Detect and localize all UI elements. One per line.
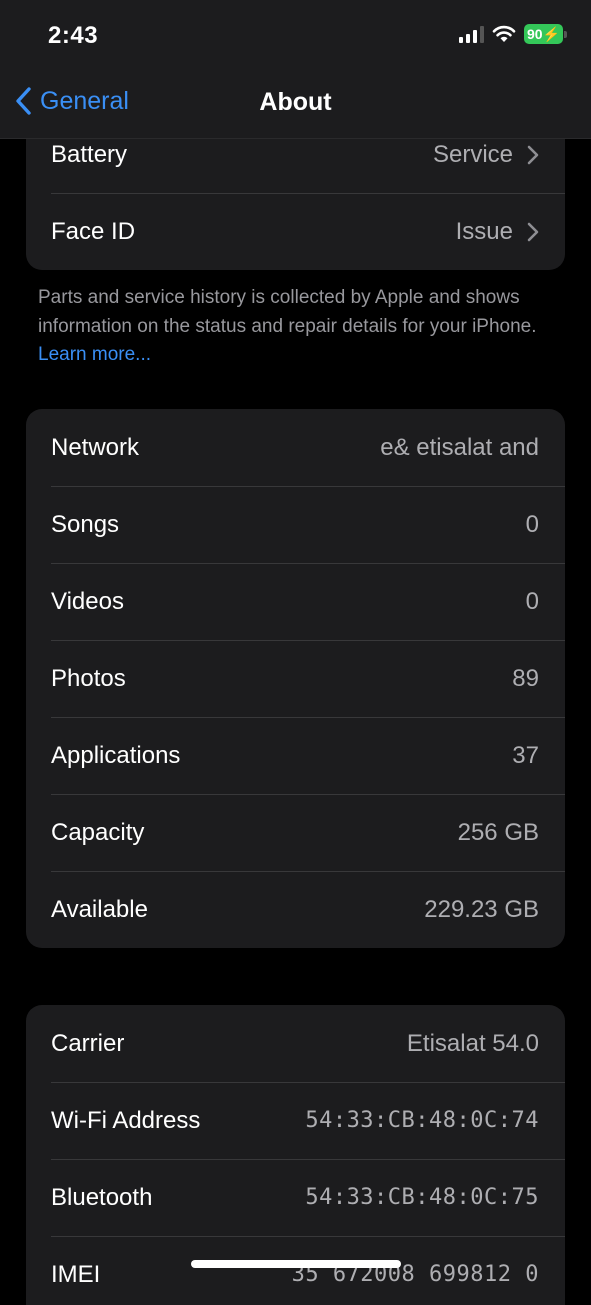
row-value: 256 GB (457, 818, 539, 846)
row-value: 0 (525, 510, 539, 538)
learn-more-link[interactable]: Learn more... (38, 344, 151, 365)
parts-history-footnote: Parts and service history is collected b… (38, 284, 558, 370)
carrier-row: Carrier Etisalat 54.0 (26, 1005, 565, 1082)
imei-row: IMEI 35 672008 699812 0 (26, 1236, 565, 1305)
row-label: Photos (51, 664, 126, 692)
applications-row: Applications 37 (26, 717, 565, 794)
row-label: Bluetooth (51, 1183, 153, 1211)
songs-row: Songs 0 (26, 486, 565, 563)
parts-service-group: Battery Service Face ID Issue (26, 116, 565, 270)
videos-row: Videos 0 (26, 563, 565, 640)
row-value: 37 (512, 741, 539, 769)
row-value: 54:33:CB:48:0C:75 (305, 1185, 539, 1210)
battery-percent: 90 (526, 26, 543, 42)
chevron-right-icon (527, 145, 539, 164)
footnote-text: Parts and service history is collected b… (38, 287, 537, 337)
row-value: Service (432, 140, 513, 168)
row-value: Issue (455, 217, 513, 245)
capacity-row: Capacity 256 GB (26, 794, 565, 871)
status-time: 2:43 (48, 22, 99, 49)
available-row: Available 229.23 GB (26, 871, 565, 948)
chevron-right-icon (527, 222, 539, 241)
face-id-row[interactable]: Face ID Issue (26, 193, 565, 270)
network-row: Network e& etisalat and (26, 409, 565, 486)
home-indicator[interactable] (191, 1260, 401, 1268)
bluetooth-row: Bluetooth 54:33:CB:48:0C:75 (26, 1159, 565, 1236)
row-label: Available (51, 895, 148, 923)
battery-icon: 90⚡ (523, 24, 567, 44)
row-value: 89 (512, 664, 539, 692)
navigation-bar: General About (0, 70, 591, 139)
wifi-icon (492, 25, 516, 42)
row-label: Carrier (51, 1029, 125, 1057)
row-label: Videos (51, 587, 124, 615)
row-label: Network (51, 433, 140, 461)
row-value: 229.23 GB (424, 895, 539, 923)
row-value: Etisalat 54.0 (406, 1029, 539, 1057)
device-info-group: Network e& etisalat and Songs 0 Videos 0 Ph… (26, 409, 565, 948)
photos-row: Photos 89 (26, 640, 565, 717)
page-title: About (259, 88, 332, 116)
row-value: 54:33:CB:48:0C:74 (305, 1108, 539, 1133)
row-label: Face ID (51, 217, 136, 245)
row-label: Songs (51, 510, 120, 538)
wifi-address-row: Wi-Fi Address 54:33:CB:48:0C:74 (26, 1082, 565, 1159)
row-value: e& etisalat and (380, 433, 539, 461)
row-label: Battery (51, 140, 128, 168)
status-bar: 2:43 90⚡ (0, 0, 591, 70)
row-label: Capacity (51, 818, 145, 846)
row-value: 0 (525, 587, 539, 615)
row-label: Wi-Fi Address (51, 1106, 201, 1134)
cellular-signal-icon (458, 25, 484, 43)
row-label: Applications (51, 741, 181, 769)
row-label: IMEI (51, 1260, 101, 1288)
